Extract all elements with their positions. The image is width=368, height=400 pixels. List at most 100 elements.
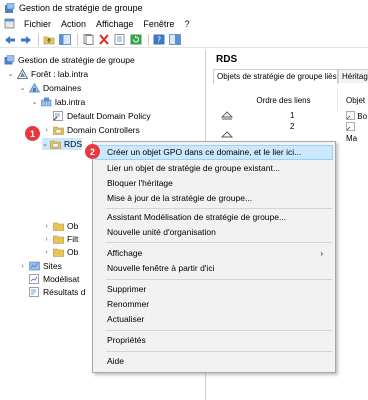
expand-icon[interactable]: › — [42, 127, 51, 134]
copy-icon[interactable] — [81, 33, 95, 46]
submenu-arrow-icon: › — [320, 249, 323, 258]
menu-item-help[interactable]: Aide — [95, 354, 333, 369]
menu-fichier[interactable]: Fichier — [19, 19, 56, 29]
refresh-icon[interactable] — [129, 33, 143, 46]
context-menu: Créer un objet GPO dans ce domaine, et l… — [92, 141, 336, 373]
toolbar: ? — [0, 32, 368, 48]
tree-item-root[interactable]: Gestion de stratégie de groupe — [2, 54, 135, 66]
menu-action[interactable]: Action — [56, 19, 91, 29]
row-object: Ma — [346, 134, 358, 143]
tree-label: Ob — [67, 247, 79, 257]
expand-icon[interactable]: › — [42, 236, 51, 243]
tree-label: Gestion de stratégie de groupe — [18, 55, 135, 65]
forward-arrow-icon[interactable] — [19, 33, 33, 46]
show-hide-tree-icon[interactable] — [58, 33, 72, 46]
gpo-icon — [346, 122, 355, 134]
tree-item-forest[interactable]: ⌄ Forêt : lab.intra — [6, 68, 88, 80]
menu-item-delete[interactable]: Supprimer — [95, 282, 333, 297]
menu-item-new-window[interactable]: Nouvelle fenêtre à partir d'ici — [95, 261, 333, 276]
collapse-icon[interactable]: ⌄ — [6, 70, 15, 78]
gpo-container-icon — [53, 221, 64, 231]
collapse-icon[interactable]: ⌄ — [42, 140, 48, 148]
svg-text:?: ? — [157, 36, 161, 45]
menu-item-rename[interactable]: Renommer — [95, 297, 333, 312]
collapse-icon[interactable]: ⌄ — [18, 84, 27, 92]
menu-item-properties[interactable]: Propriétés — [95, 333, 333, 348]
console-icon[interactable] — [4, 18, 15, 29]
filter-folder-icon — [53, 234, 64, 244]
tree-item-wmi-filters[interactable]: › Filt — [42, 233, 78, 245]
gpmc-app-icon — [4, 2, 15, 14]
tree-item-domain-controllers[interactable]: › Domain Controllers — [42, 124, 139, 136]
delete-icon[interactable] — [97, 33, 111, 46]
tab-inheritance[interactable]: Héritage — [338, 69, 368, 83]
details-title: RDS — [216, 54, 238, 65]
row-gpo-name[interactable]: Bo — [346, 111, 367, 121]
tree-item-default-policy[interactable]: Default Domain Policy — [51, 110, 151, 122]
properties-icon[interactable] — [113, 33, 127, 46]
results-icon — [29, 287, 40, 297]
gpmc-icon — [4, 55, 15, 65]
toolbar-separator — [38, 33, 39, 46]
step-badge-2: 2 — [85, 144, 100, 159]
tree-item-domains[interactable]: ⌄ Domaines — [18, 82, 81, 94]
expand-icon[interactable]: › — [42, 223, 51, 230]
tree-item-modeling[interactable]: Modélisat — [27, 273, 79, 285]
row-object: Bo — [357, 112, 368, 122]
back-arrow-icon[interactable] — [3, 33, 17, 46]
menu-fenetre[interactable]: Fenêtre — [138, 19, 179, 29]
menu-item-gp-update[interactable]: Mise à jour de la stratégie de groupe... — [95, 191, 333, 206]
menu-item-new-ou[interactable]: Nouvelle unité d'organisation — [95, 225, 333, 240]
ou-folder-icon — [53, 125, 64, 135]
help-icon[interactable]: ? — [152, 33, 166, 46]
starter-gpo-icon — [53, 247, 64, 257]
gpo-link-icon — [53, 111, 64, 121]
domain-icon — [41, 97, 52, 107]
tree-label: Résultats d — [43, 287, 86, 297]
step-badge-1: 1 — [25, 126, 40, 141]
row-gpo-name[interactable]: Ma — [346, 122, 368, 143]
column-header-link-order[interactable]: Ordre des liens — [230, 89, 338, 111]
row-link-order: 2 — [290, 122, 295, 131]
tree-item-domain[interactable]: ⌄ lab.intra — [30, 96, 86, 108]
menu-item-refresh[interactable]: Actualiser — [95, 312, 333, 327]
tree-item-sites[interactable]: › Sites — [18, 260, 62, 272]
menu-item-block-inheritance[interactable]: Bloquer l'héritage — [95, 176, 333, 191]
sites-icon — [29, 261, 40, 271]
menu-item-modeling-wizard[interactable]: Assistant Modélisation de stratégie de g… — [95, 210, 333, 225]
menu-bar: Fichier Action Affichage Fenêtre ? — [0, 16, 368, 31]
window-title: Gestion de stratégie de groupe — [19, 3, 143, 13]
tree-item-results[interactable]: Résultats d — [27, 286, 86, 298]
menu-item-view-label: Affichage — [107, 248, 143, 258]
move-up-icon[interactable] — [220, 110, 234, 122]
tab-linked-gpos[interactable]: Objets de stratégie de groupe liés — [213, 69, 338, 84]
console-view-icon[interactable] — [168, 33, 182, 46]
tree-item-ob2[interactable]: › Ob — [42, 246, 78, 258]
menu-separator — [106, 242, 332, 243]
menu-separator — [106, 208, 332, 209]
menu-help[interactable]: ? — [179, 19, 194, 29]
tree-label: Ob — [67, 221, 79, 231]
details-tabs: Objets de stratégie de groupe liés Hérit… — [213, 69, 368, 84]
column-header-object[interactable]: Objet — [340, 89, 368, 111]
expand-icon[interactable]: › — [42, 249, 51, 256]
menu-affichage[interactable]: Affichage — [91, 19, 138, 29]
row-link-order: 1 — [290, 111, 295, 120]
menu-item-view[interactable]: Affichage › — [95, 246, 333, 261]
tree-label: Forêt : lab.intra — [31, 69, 89, 79]
tree-label: Filt — [67, 234, 79, 244]
forest-icon — [16, 68, 29, 79]
tree-item-rds[interactable]: ⌄ RDS — [42, 138, 82, 150]
tree-label: lab.intra — [55, 97, 86, 107]
up-folder-icon[interactable] — [42, 33, 56, 46]
collapse-icon[interactable]: ⌄ — [30, 98, 39, 106]
tree-label: RDS — [64, 139, 82, 149]
menu-separator — [106, 351, 332, 352]
menu-item-link-existing-gpo[interactable]: Lier un objet de stratégie de groupe exi… — [95, 161, 333, 176]
expand-icon[interactable]: › — [18, 263, 27, 270]
menu-item-create-gpo-link[interactable]: Créer un objet GPO dans ce domaine, et l… — [95, 145, 333, 160]
tree-item-ob1[interactable]: › Ob — [42, 220, 78, 232]
tree-label: Domaines — [43, 83, 82, 93]
toolbar-separator — [77, 33, 78, 46]
tree-label: Sites — [43, 261, 62, 271]
